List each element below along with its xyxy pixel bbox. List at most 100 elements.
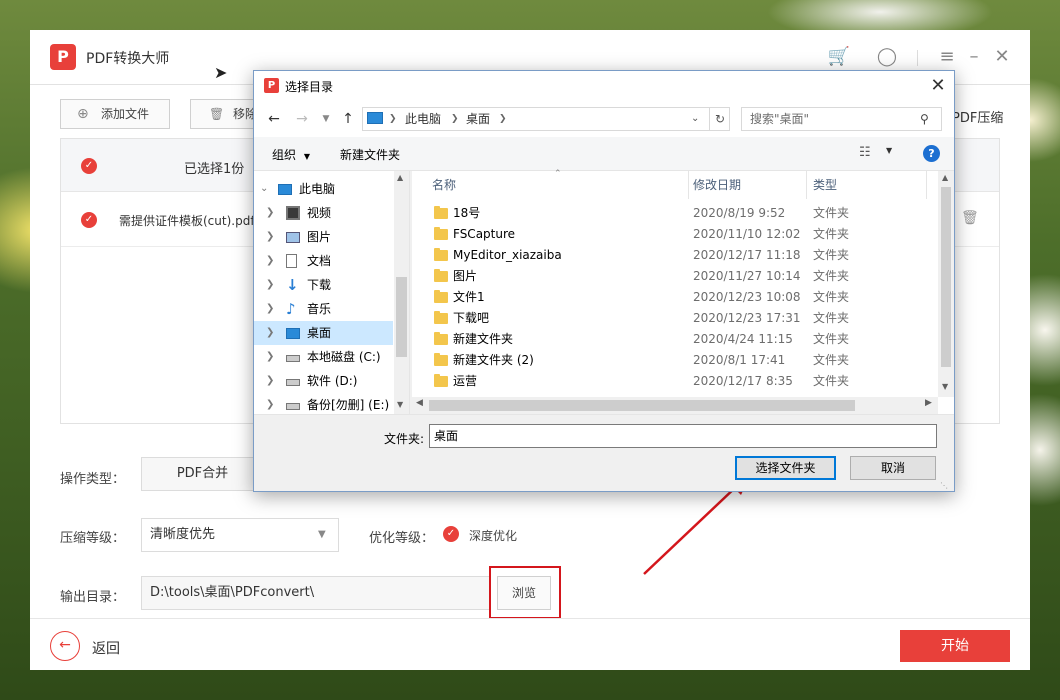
file-date: 2020/8/19 9:52 xyxy=(693,206,786,220)
recent-dropdown-icon[interactable]: ▼ xyxy=(316,109,336,129)
chevron-down-icon[interactable]: ▼ xyxy=(886,146,892,155)
file-date: 2020/4/24 11:15 xyxy=(693,332,793,346)
chevron-right-icon: ❯ xyxy=(266,375,275,386)
new-folder-button[interactable]: 新建文件夹 xyxy=(340,146,400,163)
drive-icon xyxy=(286,355,300,362)
help-icon[interactable]: ? xyxy=(923,145,940,162)
nav-scroll-thumb[interactable] xyxy=(396,277,407,357)
list-item[interactable]: 运营 2020/12/17 8:35 文件夹 xyxy=(412,371,936,392)
dialog-footer: 文件夹: 桌面 选择文件夹 取消 ⋱ xyxy=(254,414,954,491)
tree-item-music[interactable]: ❯ ♪ 音乐 xyxy=(254,297,394,321)
file-date: 2020/8/1 17:41 xyxy=(693,353,786,367)
file-name: FSCapture xyxy=(453,227,516,241)
tree-label: 备份[勿删] (E:) xyxy=(307,398,390,412)
file-type: 文件夹 xyxy=(813,374,850,388)
folder-icon xyxy=(434,227,448,240)
tree-item-downloads[interactable]: ❯ ↓ 下载 xyxy=(254,273,394,297)
folder-icon xyxy=(434,353,448,366)
organize-button[interactable]: 组织 ▼ xyxy=(272,146,310,163)
video-icon xyxy=(286,206,300,220)
files-hscroll-thumb[interactable] xyxy=(429,400,855,411)
file-type: 文件夹 xyxy=(813,353,850,367)
folder-icon xyxy=(434,374,448,387)
list-item[interactable]: 18号 2020/8/19 9:52 文件夹 xyxy=(412,203,936,224)
list-item[interactable]: MyEditor_xiazaiba 2020/12/17 11:18 文件夹 xyxy=(412,245,936,266)
file-type: 文件夹 xyxy=(813,290,850,304)
list-item[interactable]: FSCapture 2020/11/10 12:02 文件夹 xyxy=(412,224,936,245)
dialog-nav-bar: ← → ▼ ↑ ❯ 此电脑 ❯ 桌面 ❯ ⌄ ↻ 搜索"桌面" ⚲ xyxy=(254,101,954,137)
scroll-down-icon[interactable]: ▼ xyxy=(942,382,948,391)
folder-icon xyxy=(434,206,448,219)
tree-label: 文档 xyxy=(307,254,332,268)
scroll-up-icon[interactable]: ▲ xyxy=(397,173,403,182)
dialog-title: 选择目录 xyxy=(285,80,334,94)
select-folder-button[interactable]: 选择文件夹 xyxy=(735,456,836,480)
chevron-down-icon[interactable]: ⌄ xyxy=(691,108,699,130)
col-divider[interactable] xyxy=(688,171,689,199)
list-item[interactable]: 文件1 2020/12/23 10:08 文件夹 xyxy=(412,287,936,308)
tree-label: 视频 xyxy=(307,206,332,220)
dialog-close-icon[interactable]: ✕ xyxy=(926,74,950,98)
computer-icon xyxy=(278,184,292,195)
search-input[interactable]: 搜索"桌面" ⚲ xyxy=(741,107,942,131)
scroll-up-icon[interactable]: ▲ xyxy=(942,173,948,182)
file-date: 2020/12/17 8:35 xyxy=(693,374,793,388)
file-name: MyEditor_xiazaiba xyxy=(453,248,562,262)
tree-label: 音乐 xyxy=(307,302,332,316)
search-icon: ⚲ xyxy=(920,112,929,126)
list-item[interactable]: 图片 2020/11/27 10:14 文件夹 xyxy=(412,266,936,287)
tree-label: 下载 xyxy=(307,278,332,292)
file-type: 文件夹 xyxy=(813,227,850,241)
file-type: 文件夹 xyxy=(813,248,850,262)
folder-icon xyxy=(434,269,448,282)
col-divider[interactable] xyxy=(806,171,807,199)
tree-item-video[interactable]: ❯ 视频 xyxy=(254,201,394,225)
scroll-right-icon[interactable]: ▶ xyxy=(925,398,932,408)
list-item[interactable]: 下载吧 2020/12/23 17:31 文件夹 xyxy=(412,308,936,329)
folder-field-label: 文件夹: xyxy=(384,432,425,446)
chevron-right-icon: ❯ xyxy=(266,303,275,314)
tree-item-this-pc[interactable]: ⌄ 此电脑 xyxy=(254,177,394,201)
refresh-icon[interactable]: ↻ xyxy=(709,108,730,130)
cancel-button[interactable]: 取消 xyxy=(850,456,936,480)
forward-nav-icon[interactable]: → xyxy=(292,109,312,129)
scroll-left-icon[interactable]: ◀ xyxy=(416,398,423,408)
breadcrumb-sep-icon: ❯ xyxy=(389,114,397,124)
files-vscrollbar[interactable]: ▲ ▼ xyxy=(938,171,954,397)
tree-item-drive-d[interactable]: ❯ 软件 (D:) xyxy=(254,369,394,393)
select-directory-dialog: P 选择目录 ✕ ← → ▼ ↑ ❯ 此电脑 ❯ 桌面 ❯ ⌄ ↻ 搜索"桌面"… xyxy=(253,70,955,492)
files-hscrollbar[interactable]: ◀ ▶ xyxy=(412,397,938,414)
files-vscroll-thumb[interactable] xyxy=(941,187,951,367)
tree-item-documents[interactable]: ❯ 文档 xyxy=(254,249,394,273)
list-item[interactable]: 新建文件夹 (2) 2020/8/1 17:41 文件夹 xyxy=(412,350,936,371)
address-bar[interactable]: ❯ 此电脑 ❯ 桌面 ❯ ⌄ ↻ xyxy=(362,107,730,131)
file-type: 文件夹 xyxy=(813,269,850,283)
col-divider[interactable] xyxy=(926,171,927,199)
col-header-modified[interactable]: 修改日期 xyxy=(693,171,741,199)
tree-label: 本地磁盘 (C:) xyxy=(307,350,381,364)
back-nav-icon[interactable]: ← xyxy=(264,109,284,129)
tree-item-drive-c[interactable]: ❯ 本地磁盘 (C:) xyxy=(254,345,394,369)
view-options-icon[interactable]: ☷ xyxy=(859,145,871,160)
folder-icon xyxy=(434,311,448,324)
resize-grip-icon[interactable]: ⋱ xyxy=(940,481,948,490)
up-nav-icon[interactable]: ↑ xyxy=(338,109,358,129)
tree-item-drive-e[interactable]: ❯ 备份[勿删] (E:) xyxy=(254,393,394,414)
mouse-cursor-icon: ➤ xyxy=(214,63,228,82)
breadcrumb-item[interactable]: 桌面 xyxy=(466,108,490,130)
breadcrumb-item[interactable]: 此电脑 xyxy=(405,108,441,130)
col-header-name[interactable]: 名称 xyxy=(432,171,456,199)
file-type: 文件夹 xyxy=(813,311,850,325)
folder-name-input[interactable]: 桌面 xyxy=(429,424,937,448)
list-item[interactable]: 新建文件夹 2020/4/24 11:15 文件夹 xyxy=(412,329,936,350)
tree-label: 软件 (D:) xyxy=(307,374,358,388)
nav-scrollbar[interactable]: ▲ ▼ xyxy=(394,171,409,414)
navigation-pane: ⌄ 此电脑 ❯ 视频 ❯ 图片 ❯ 文档 ❯ ↓ 下载 ❯ ♪ 音乐 ❯ 桌面 … xyxy=(254,171,410,414)
scroll-down-icon[interactable]: ▼ xyxy=(397,400,403,409)
tree-item-desktop[interactable]: ❯ 桌面 xyxy=(254,321,393,345)
drive-icon xyxy=(286,403,300,410)
search-placeholder: 搜索"桌面" xyxy=(750,112,810,126)
col-header-type[interactable]: 类型 xyxy=(813,171,837,199)
tree-item-pictures[interactable]: ❯ 图片 xyxy=(254,225,394,249)
chevron-right-icon: ❯ xyxy=(266,231,275,242)
